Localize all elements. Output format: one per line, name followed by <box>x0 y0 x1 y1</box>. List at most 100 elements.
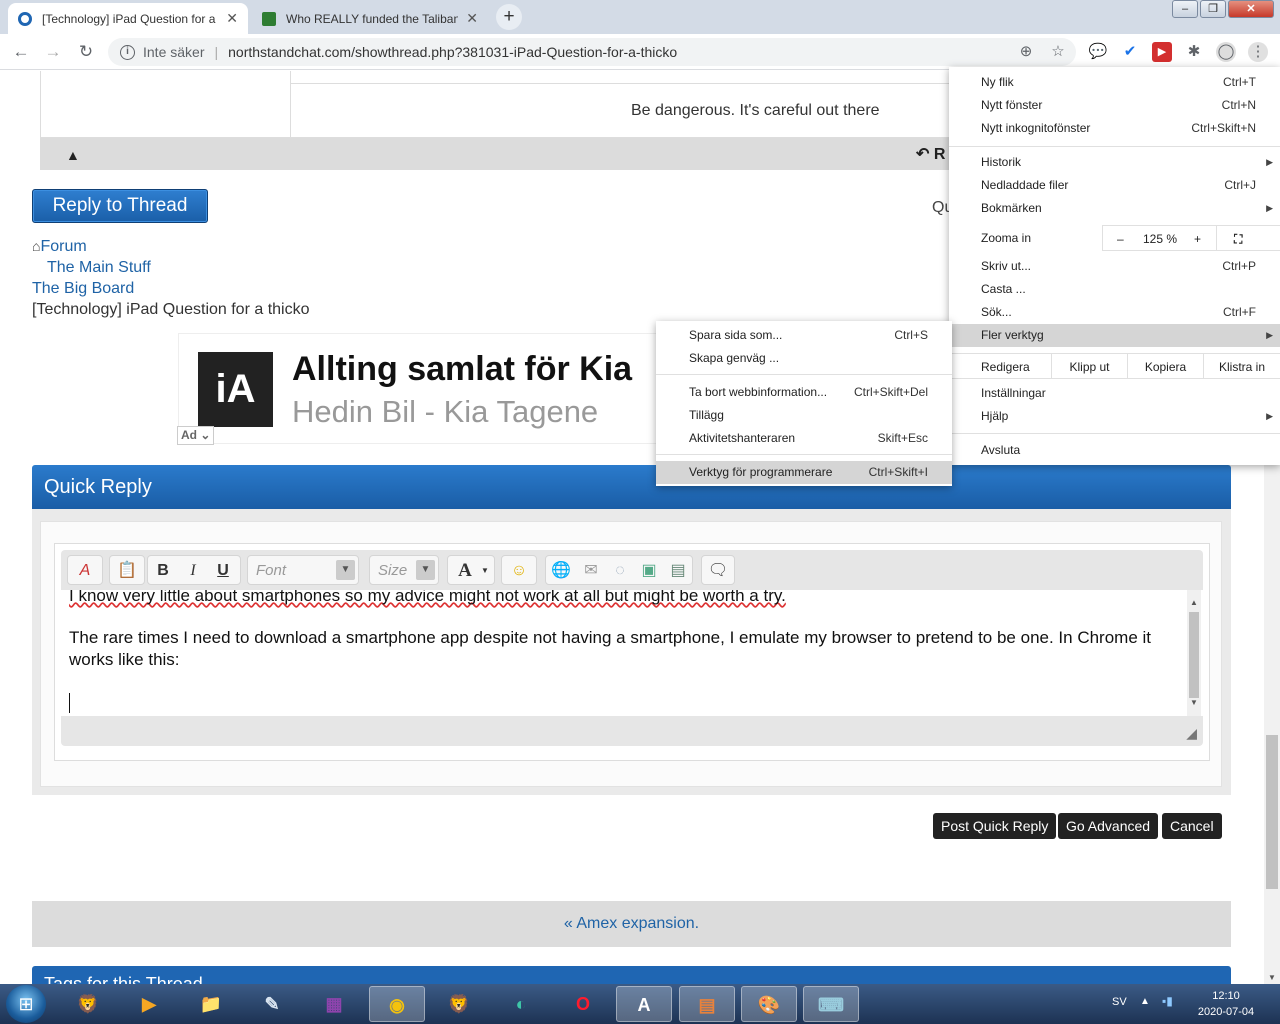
unlink-icon[interactable]: ◌ <box>609 560 631 582</box>
submenu-item-task-manager[interactable]: Aktivitetshanteraren Skift+Esc <box>656 427 952 450</box>
reload-icon[interactable]: ↻ <box>74 40 98 64</box>
menu-item-cast[interactable]: Casta ... <box>949 278 1280 301</box>
resize-handle-icon[interactable]: ◢ <box>1186 725 1197 742</box>
ad-badge[interactable]: Ad ⌄ <box>177 426 214 445</box>
warning-icon[interactable]: ▲ <box>66 147 80 163</box>
zoom-in-button[interactable]: + <box>1194 226 1201 252</box>
scrollbar-thumb[interactable] <box>1266 735 1278 889</box>
underline-icon[interactable]: U <box>212 560 234 582</box>
puzzle-icon[interactable]: ✱ <box>1184 42 1204 62</box>
paint-tool-icon[interactable]: ✎ <box>244 986 300 1022</box>
post-quick-reply-button[interactable]: Post Quick Reply <box>933 813 1057 839</box>
star-icon[interactable]: ☆ <box>1048 42 1068 62</box>
menu-item-find[interactable]: Sök... Ctrl+F <box>949 301 1280 324</box>
menu-item-more-tools[interactable]: Fler verktyg ▶ <box>949 324 1280 347</box>
new-tab-button[interactable]: + <box>496 4 522 30</box>
explorer-icon[interactable]: 📁 <box>183 986 239 1022</box>
media-player-icon[interactable]: ▶ <box>121 986 177 1022</box>
forward-icon[interactable]: → <box>41 40 65 64</box>
video-extension-icon[interactable]: ▶ <box>1152 42 1172 62</box>
paint-icon[interactable]: 🎨 <box>741 986 797 1022</box>
go-advanced-button[interactable]: Go Advanced <box>1058 813 1159 839</box>
scroll-down-icon[interactable]: ▼ <box>1264 973 1280 982</box>
winrar-icon[interactable]: ▦ <box>306 986 362 1022</box>
reply-textarea[interactable]: I know very little about smartphones so … <box>61 590 1203 716</box>
italic-icon[interactable]: I <box>182 560 204 582</box>
submenu-item-dev-tools[interactable]: Verktyg för programmerare Ctrl+Skift+I <box>656 461 952 484</box>
editor-scrollbar[interactable]: ▲ ▼ <box>1187 590 1201 716</box>
more-menu-icon[interactable]: ⋮ <box>1248 42 1268 62</box>
scroll-down-icon[interactable]: ▼ <box>1187 692 1201 714</box>
url-text[interactable]: northstandchat.com/showthread.php?381031… <box>228 44 677 60</box>
back-icon[interactable]: ← <box>9 40 33 64</box>
size-select[interactable]: Size ▼ <box>369 555 439 585</box>
ad-subtitle[interactable]: Hedin Bil - Kia Tagene <box>292 394 598 430</box>
menu-item-new-tab[interactable]: Ny flik Ctrl+T <box>949 71 1280 94</box>
maximize-button[interactable]: ❐ <box>1200 0 1226 18</box>
email-icon[interactable]: ✉ <box>580 560 602 582</box>
chat-extension-icon[interactable]: 💬 <box>1088 42 1108 62</box>
tray-expand-icon[interactable]: ▲ <box>1140 996 1150 1007</box>
text-color-icon[interactable]: A <box>454 560 476 582</box>
close-window-button[interactable]: ✕ <box>1228 0 1274 18</box>
reply-post-button[interactable]: ↶ R <box>916 144 945 164</box>
edge-icon[interactable]: ◐ <box>493 986 549 1022</box>
chevron-down-icon[interactable]: ▼ <box>474 560 496 582</box>
menu-item-new-window[interactable]: Nytt fönster Ctrl+N <box>949 94 1280 117</box>
submenu-item-extensions[interactable]: Tillägg <box>656 404 952 427</box>
brave-icon[interactable]: 🦁 <box>60 986 116 1022</box>
quote-icon[interactable]: 🗨 <box>707 560 729 582</box>
zoom-icon[interactable]: ⊕ <box>1016 42 1036 62</box>
language-indicator[interactable]: SV <box>1112 996 1127 1008</box>
reply-to-thread-button[interactable]: Reply to Thread <box>32 189 208 223</box>
previous-thread-link[interactable]: « Amex expansion. <box>564 915 699 932</box>
start-button[interactable]: ⊞ <box>6 985 46 1023</box>
ad-title[interactable]: Allting samlat för Kia <box>292 350 632 389</box>
menu-item-bookmarks[interactable]: Bokmärken ▶ <box>949 197 1280 220</box>
tab-close-icon[interactable]: ✕ <box>466 10 478 27</box>
remove-format-icon[interactable]: A <box>74 560 96 582</box>
scroll-up-icon[interactable]: ▲ <box>1187 592 1201 614</box>
menu-item-print[interactable]: Skriv ut... Ctrl+P <box>949 255 1280 278</box>
breadcrumb-forum[interactable]: Forum <box>40 238 86 255</box>
clock-time[interactable]: 12:10 <box>1196 990 1256 1002</box>
brave-icon[interactable]: 🦁 <box>431 986 487 1022</box>
menu-item-settings[interactable]: Inställningar <box>949 382 1280 405</box>
image-icon[interactable]: ▣ <box>638 560 660 582</box>
paste-icon[interactable]: 📋 <box>116 560 138 582</box>
font-select[interactable]: Font ▼ <box>247 555 359 585</box>
copy-button[interactable]: Kopiera <box>1127 354 1203 378</box>
minimize-button[interactable]: – <box>1172 0 1198 18</box>
zoom-out-button[interactable]: – <box>1117 226 1124 252</box>
submenu-item-clear-data[interactable]: Ta bort webbinformation... Ctrl+Skift+De… <box>656 381 952 404</box>
clock-date[interactable]: 2020-07-04 <box>1190 1006 1262 1018</box>
menu-item-exit[interactable]: Avsluta <box>949 439 1280 462</box>
submenu-item-create-shortcut[interactable]: Skapa genväg ... <box>656 347 952 370</box>
word-doc-icon[interactable]: A <box>616 986 672 1022</box>
link-icon[interactable]: 🌐 <box>550 560 572 582</box>
tab-taliban[interactable]: Who REALLY funded the Taliban ✕ <box>252 3 488 34</box>
presentation-icon[interactable]: ▤ <box>679 986 735 1022</box>
menu-item-history[interactable]: Historik ▶ <box>949 151 1280 174</box>
cut-button[interactable]: Klipp ut <box>1051 354 1127 378</box>
advertisement[interactable]: iA Allting samlat för Kia Hedin Bil - Ki… <box>177 333 738 445</box>
opera-icon[interactable]: O <box>555 986 611 1022</box>
breadcrumb-big-board[interactable]: The Big Board <box>32 278 310 299</box>
scrollbar-thumb[interactable] <box>1189 612 1199 698</box>
info-icon[interactable]: i <box>120 44 135 60</box>
smiley-icon[interactable]: ☺ <box>508 560 530 582</box>
menu-item-incognito[interactable]: Nytt inkognitofönster Ctrl+Skift+N <box>949 117 1280 140</box>
submenu-item-save-page[interactable]: Spara sida som... Ctrl+S <box>656 324 952 347</box>
tab-close-icon[interactable]: ✕ <box>226 10 238 27</box>
address-bar[interactable]: i Inte säker | northstandchat.com/showth… <box>108 38 1076 66</box>
menu-item-help[interactable]: Hjälp ▶ <box>949 405 1280 428</box>
cancel-button[interactable]: Cancel <box>1162 813 1222 839</box>
breadcrumb-main-stuff[interactable]: The Main Stuff <box>32 257 310 278</box>
profile-icon[interactable]: ◯ <box>1216 42 1236 62</box>
fullscreen-icon[interactable]: ⛶ <box>1234 226 1242 252</box>
remote-desktop-icon[interactable]: ⌨ <box>803 986 859 1022</box>
video-icon[interactable]: ▤ <box>667 560 689 582</box>
bold-icon[interactable]: B <box>152 560 174 582</box>
chrome-icon[interactable]: ◉ <box>369 986 425 1022</box>
tab-ipad-question[interactable]: [Technology] iPad Question for a thicko … <box>8 3 248 34</box>
